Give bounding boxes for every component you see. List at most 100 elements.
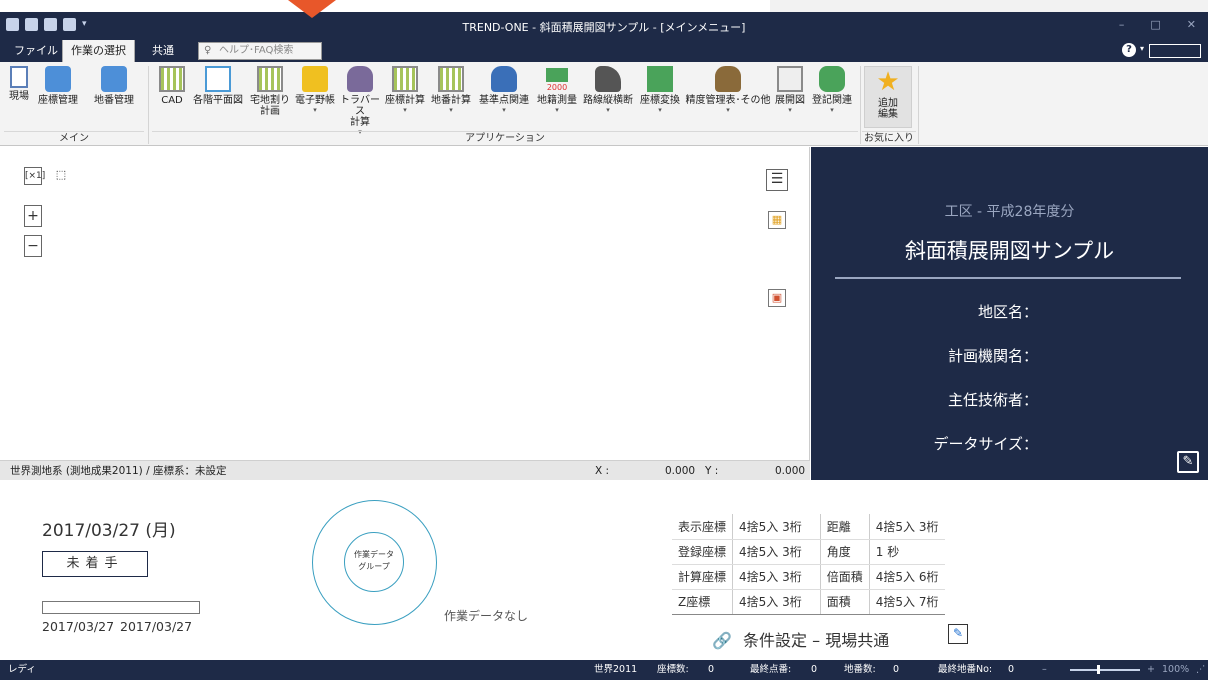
ribbon-button-floor-plan[interactable]: 各階平面図: [190, 66, 246, 106]
image-icon[interactable]: ▣: [768, 289, 786, 307]
setting-name: Z座標: [672, 589, 734, 615]
data-size-label: データサイズ：: [933, 435, 1038, 453]
control-point-icon: [491, 66, 517, 92]
close-button[interactable]: ✕: [1187, 18, 1196, 31]
zoom-in-status-button[interactable]: +: [1147, 660, 1155, 680]
ribbon-button-cadastral-survey[interactable]: 2000 地籍測量 ▾: [534, 66, 580, 114]
project-title: 斜面積展開図サンプル: [904, 239, 1115, 263]
menu-icon[interactable]: ☰: [766, 169, 788, 191]
setting-value: 4捨5入 3桁: [869, 514, 945, 540]
y-value: 0.000: [775, 465, 806, 477]
dropdown-icon: ▾: [403, 106, 407, 114]
group-separator: [918, 66, 919, 144]
rounding-settings-table: 表示座標 4捨5入 3桁 距離 4捨5入 3桁 登録座標 4捨5入 3桁 角度 1 秒計算座標…: [672, 514, 945, 615]
dropdown-icon: ▾: [313, 106, 317, 114]
ribbon-button-field-book[interactable]: 電子野帳 ▾: [292, 66, 338, 114]
chief-engineer-label: 主任技術者：: [947, 391, 1038, 409]
lot-count-label: 地番数:: [844, 664, 876, 675]
ribbon-button-accuracy-table[interactable]: 精度管理表･その他 ▾: [684, 66, 772, 114]
last-point-value: 0: [811, 664, 818, 675]
setting-value: 1 秒: [869, 539, 945, 565]
minimize-button[interactable]: –: [1119, 18, 1125, 31]
ribbon-button-development-view[interactable]: 展開図 ▾: [772, 66, 808, 114]
start-date: 2017/03/27: [42, 619, 115, 634]
status-bar: レディ 世界2011 座標数: 0 最終点番: 0 地番数: 0 最終地番No:…: [0, 660, 1208, 680]
help-icon[interactable]: ?: [1122, 43, 1136, 57]
ribbon-button-coordinate-calc[interactable]: 座標計算 ▾: [382, 66, 428, 114]
x-label: X :: [595, 465, 610, 477]
route-profile-icon: [595, 66, 621, 92]
ready-status: レディ: [8, 664, 36, 675]
zoom-slider[interactable]: [1070, 669, 1140, 671]
ribbon-button-route-profile[interactable]: 路線縦横断 ▾: [580, 66, 636, 114]
setting-value: 4捨5入 3桁: [732, 589, 821, 615]
floor-plan-icon: [205, 66, 231, 92]
link-icon: 🔗: [712, 631, 732, 650]
ribbon-button-registration[interactable]: 登記関連 ▾: [808, 66, 856, 114]
end-date: 2017/03/27: [120, 619, 193, 634]
work-data-group-circle[interactable]: 作業データ グループ: [344, 532, 404, 592]
dropdown-icon: ▾: [555, 106, 559, 114]
no-work-data-text: 作業データなし: [444, 609, 529, 623]
title-bar: ▾ TREND-ONE - 斜面積展開図サンプル - [メインメニュー] – □…: [0, 12, 1208, 40]
ribbon-button-coordinate-management[interactable]: 座標管理: [36, 66, 80, 106]
field-book-icon: [302, 66, 328, 92]
edit-conditions-icon[interactable]: ✎: [948, 624, 968, 644]
current-date: 2017/03/27 (月): [42, 521, 176, 541]
ribbon-button-lot-calc[interactable]: 地番計算 ▾: [428, 66, 474, 114]
zoom-reset-button[interactable]: [×1]: [24, 167, 45, 185]
progress-bar: [42, 601, 200, 614]
layout-icon[interactable]: ▦: [768, 211, 786, 229]
search-icon: ♀: [204, 45, 212, 56]
edit-project-icon[interactable]: ✎: [1177, 451, 1199, 473]
tab-file[interactable]: ファイル: [6, 40, 66, 62]
lot-count-value: 0: [893, 664, 900, 675]
setting-value: 4捨5入 3桁: [732, 514, 821, 540]
setting-value: 4捨5入 7桁: [869, 589, 945, 615]
ribbon-button-traverse[interactable]: トラバース 計算 ▾: [338, 66, 382, 136]
resize-grip-icon[interactable]: ⋰: [1196, 660, 1206, 680]
menu-bar: ファイル 作業の選択 共通 ♀ ヘルプ･FAQ検索 ? ▾: [0, 40, 1208, 62]
setting-value: 4捨5入 3桁: [732, 564, 821, 590]
last-point-label: 最終点番:: [750, 664, 792, 675]
setting-name: 角度: [819, 539, 870, 565]
dropdown-icon: ▾: [726, 106, 730, 114]
settings-row: 表示座標 4捨5入 3桁 距離 4捨5入 3桁: [672, 514, 945, 540]
ribbon-button-add-edit-favorite[interactable]: ★ 追加 編集: [864, 66, 912, 128]
ribbon-button-lot-plan[interactable]: 宅地割り 計画: [248, 66, 292, 117]
account-box[interactable]: [1149, 44, 1201, 58]
zoom-out-button[interactable]: −: [24, 235, 42, 257]
ribbon-button-coordinate-transform[interactable]: 座標変換 ▾: [636, 66, 684, 114]
settings-row: 登録座標 4捨5入 3桁 角度 1 秒: [672, 539, 945, 565]
zoom-out-status-button[interactable]: –: [1042, 660, 1047, 680]
map-canvas[interactable]: [×1] ⬚ + − ☰ ▦ ▣: [0, 147, 810, 460]
last-lot-value: 0: [1008, 664, 1015, 675]
condition-settings-link[interactable]: 🔗 条件設定 – 現場共通: [712, 627, 889, 651]
dropdown-icon: ▾: [658, 106, 662, 114]
help-search-input[interactable]: ♀ ヘルプ･FAQ検索: [198, 42, 322, 60]
select-area-button[interactable]: ⬚: [52, 167, 70, 185]
help-dropdown-icon[interactable]: ▾: [1140, 44, 1144, 53]
tab-common[interactable]: 共通: [144, 40, 182, 62]
cad-icon: [159, 66, 185, 92]
zoom-slider-handle[interactable]: [1097, 665, 1100, 674]
status-button[interactable]: 未着手: [42, 551, 148, 577]
bottom-strip: [0, 680, 1208, 686]
registration-icon: [819, 66, 845, 92]
zoom-in-button[interactable]: +: [24, 205, 42, 227]
star-icon: ★: [876, 67, 900, 97]
ribbon-button-cad[interactable]: CAD: [156, 66, 188, 106]
dropdown-icon: ▾: [449, 106, 453, 114]
pointer-arrow-icon: [288, 0, 336, 18]
ribbon-button-site[interactable]: 現場: [6, 66, 32, 102]
group-label-favorites: お気に入り: [862, 131, 916, 144]
condition-settings-label: 条件設定 – 現場共通: [743, 631, 890, 650]
project-panel: 工区 - 平成28年度分 斜面積展開図サンプル 地区名： 計画機関名： 主任技術…: [811, 147, 1208, 480]
coord-count-label: 座標数:: [657, 664, 689, 675]
maximize-button[interactable]: □: [1150, 18, 1160, 31]
ribbon-button-control-point[interactable]: 基準点関連 ▾: [474, 66, 534, 114]
last-lot-label: 最終地番No:: [938, 664, 993, 675]
divider: [835, 277, 1181, 279]
tab-work-selection[interactable]: 作業の選択: [62, 40, 135, 62]
ribbon-button-lot-management[interactable]: 地番管理: [84, 66, 144, 106]
